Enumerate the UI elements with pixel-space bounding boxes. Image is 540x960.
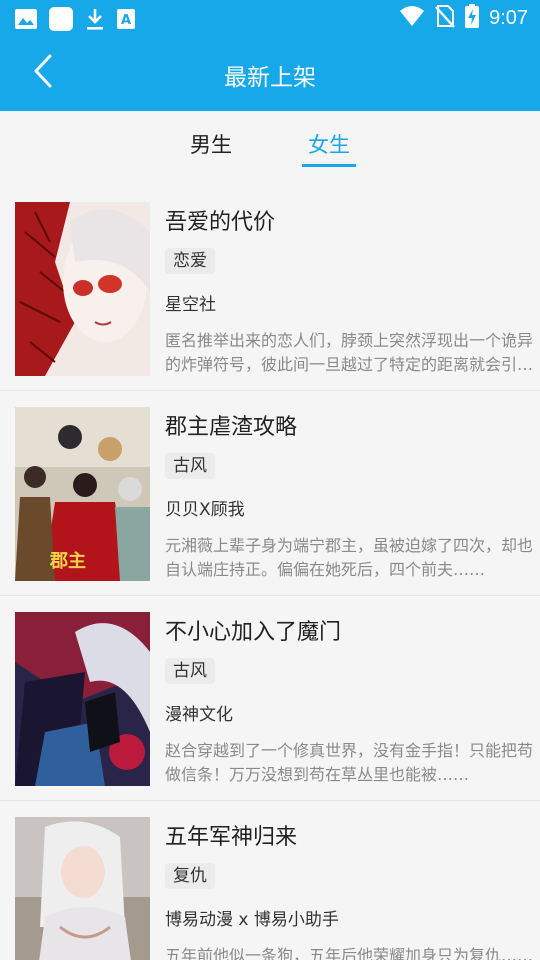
- book-cover-image: [15, 612, 150, 786]
- book-author: 贝贝X顾我: [165, 500, 245, 520]
- book-title: 不小心加入了魔门: [165, 620, 342, 645]
- download-icon: [84, 7, 106, 35]
- square-app-icon: [48, 6, 74, 36]
- book-description: 五年前他似一条狗，五年后他荣耀加身只为复仇……: [165, 946, 534, 960]
- book-title: 郡主虐渣攻略: [165, 415, 298, 440]
- font-a-icon: A: [116, 8, 136, 34]
- tab-female[interactable]: 女生: [302, 129, 356, 159]
- genre-tag: 古风: [165, 658, 215, 684]
- book-list-item[interactable]: 五年军神归来 复仇 博易动漫 x 博易小助手 五年前他似一条狗，五年后他荣耀加身…: [0, 801, 540, 960]
- book-list: 吾爱的代价 恋爱 星空社 匿名推举出来的恋人们，脖颈上突然浮现出一个诡异的炸弹符…: [0, 186, 540, 960]
- wifi-icon: [399, 5, 425, 31]
- svg-text:A: A: [121, 13, 131, 28]
- tab-selected-indicator: [302, 164, 356, 167]
- gallery-icon: [14, 8, 38, 34]
- app-bar: 最新上架: [0, 36, 540, 111]
- book-cover-image: 郡主: [15, 407, 150, 581]
- gender-tabs: 男生 女生: [0, 111, 540, 181]
- book-cover-image: [15, 202, 150, 376]
- book-title: 五年军神归来: [165, 825, 298, 850]
- svg-text:郡主: 郡主: [49, 550, 86, 572]
- tab-male[interactable]: 男生: [188, 129, 234, 159]
- system-icons: 9:07: [399, 4, 528, 32]
- genre-tag: 古风: [165, 453, 215, 479]
- book-cover-image: [15, 817, 150, 960]
- page-title: 最新上架: [224, 65, 316, 91]
- book-author: 星空社: [165, 295, 216, 315]
- notification-icons: A: [14, 6, 136, 36]
- book-list-item[interactable]: 不小心加入了魔门 古风 漫神文化 赵合穿越到了一个修真世界，没有金手指！只能把苟…: [0, 596, 540, 801]
- book-description: 赵合穿越到了一个修真世界，没有金手指！只能把苟做信条！万万没想到苟在草丛里也能被…: [165, 741, 534, 784]
- no-sim-icon: [435, 4, 455, 32]
- book-title: 吾爱的代价: [165, 210, 276, 235]
- book-description: 元湘薇上辈子身为端宁郡主，虽被迫嫁了四次，却也自认端庄持正。偏偏在她死后，四个前…: [165, 536, 534, 579]
- battery-charging-icon: [465, 4, 480, 32]
- genre-tag: 复仇: [165, 863, 215, 889]
- book-list-item[interactable]: 郡主 郡主虐渣攻略 古风 贝贝X顾我 元湘薇上辈子身为端宁郡主，虽被迫嫁了四次，…: [0, 391, 540, 596]
- genre-tag: 恋爱: [165, 248, 215, 274]
- book-list-item[interactable]: 吾爱的代价 恋爱 星空社 匿名推举出来的恋人们，脖颈上突然浮现出一个诡异的炸弹符…: [0, 186, 540, 391]
- book-author: 博易动漫 x 博易小助手: [165, 910, 339, 930]
- status-time: 9:07: [489, 6, 528, 29]
- book-description: 匿名推举出来的恋人们，脖颈上突然浮现出一个诡异的炸弹符号，彼此间一旦越过了特定的…: [165, 331, 534, 374]
- book-author: 漫神文化: [165, 705, 233, 725]
- status-bar: A 9:07: [0, 0, 540, 36]
